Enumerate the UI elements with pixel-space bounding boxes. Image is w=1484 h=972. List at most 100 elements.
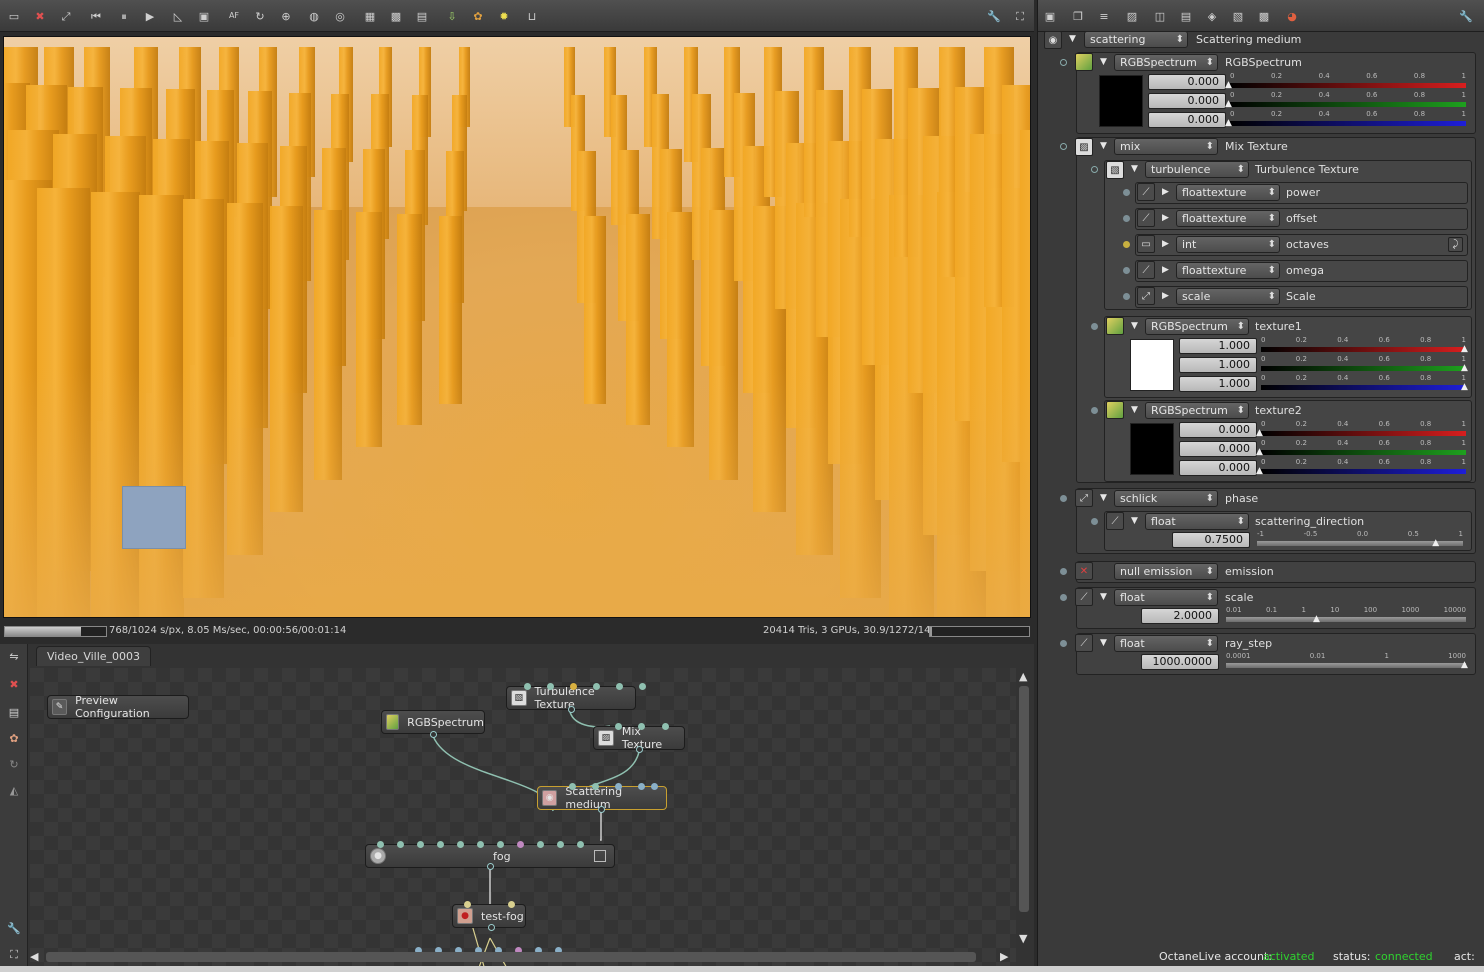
texture-tool-icon[interactable]: ▩: [1256, 8, 1272, 24]
inspector-icon[interactable]: ▣: [1042, 8, 1058, 24]
tex1-type-dropdown[interactable]: RGBSpectrum: [1145, 318, 1249, 335]
rgb-channel-field[interactable]: 0.000: [1179, 441, 1257, 457]
scatdir-value-field[interactable]: 0.7500: [1172, 532, 1250, 548]
node-pin[interactable]: [639, 683, 646, 690]
scatdir-slider[interactable]: -1 -0.5 0.0 0.5 1 ▲: [1257, 530, 1463, 548]
wrench-icon[interactable]: 🔧: [986, 8, 1002, 24]
node-pin[interactable]: [497, 841, 504, 848]
rgb1-type-dropdown[interactable]: RGBSpectrum: [1114, 54, 1218, 71]
tex2-color-swatch[interactable]: [1130, 423, 1174, 475]
slider-handle-icon[interactable]: ▲: [1432, 539, 1439, 548]
stop-render-icon[interactable]: ✖: [32, 8, 48, 24]
raystep-slider[interactable]: 0.0001 0.01 1 1000 ▲: [1226, 652, 1468, 670]
phase-type-dropdown[interactable]: schlick: [1114, 490, 1218, 507]
scroll-up-icon[interactable]: ▲: [1019, 670, 1027, 683]
copy-icon[interactable]: ❐: [1070, 8, 1086, 24]
node-output-pin[interactable]: [430, 731, 437, 738]
node-pin[interactable]: [577, 841, 584, 848]
material-icon[interactable]: ✿: [6, 730, 22, 746]
node-pin[interactable]: [457, 841, 464, 848]
tex1-color-swatch[interactable]: [1130, 339, 1174, 391]
expand-icon[interactable]: ▶: [1162, 239, 1169, 249]
palette-icon[interactable]: ✿: [470, 8, 486, 24]
sphere-icon[interactable]: ◍: [306, 8, 322, 24]
node-pin[interactable]: [592, 783, 599, 790]
environment-icon[interactable]: ▧: [1230, 8, 1246, 24]
raystep-value-field[interactable]: 1000.0000: [1141, 654, 1219, 670]
node-pin[interactable]: [651, 783, 658, 790]
node-horizontal-scrollbar[interactable]: ◀ ▶: [30, 950, 1014, 964]
skip-back-icon[interactable]: ⏮: [88, 8, 104, 24]
curve-toggle-icon[interactable]: ⤸: [1448, 237, 1463, 252]
raystep-type-dropdown[interactable]: float: [1114, 635, 1218, 652]
scale-collapse-icon[interactable]: ▼: [1100, 592, 1107, 602]
lock-icon[interactable]: ⊔: [524, 8, 540, 24]
grid3-icon[interactable]: ▤: [414, 8, 430, 24]
slider-handle-icon[interactable]: ▲: [1225, 100, 1232, 109]
material-tool-icon[interactable]: ◕: [1284, 8, 1300, 24]
node-pin[interactable]: [615, 783, 622, 790]
region-icon[interactable]: ◺: [170, 8, 186, 24]
node-pin[interactable]: [557, 841, 564, 848]
node-output-pin[interactable]: [598, 806, 605, 813]
turb-param-type-dropdown[interactable]: floattexture: [1176, 262, 1280, 279]
scroll-left-icon[interactable]: ◀: [30, 950, 38, 963]
rgb-channel-field[interactable]: 0.000: [1179, 422, 1257, 438]
texture-icon[interactable]: ◭: [6, 782, 22, 798]
rgb-channel-slider[interactable]: 0 0.2 0.4 0.6 0.8 1 ▲: [1225, 91, 1466, 109]
scatdir-type-dropdown[interactable]: float: [1145, 513, 1249, 530]
rgb-channel-field[interactable]: 0.000: [1179, 460, 1257, 476]
fit-view-icon[interactable]: ⛶: [6, 946, 22, 962]
grid1-icon[interactable]: ▦: [362, 8, 378, 24]
hscroll-thumb[interactable]: [46, 952, 976, 962]
rgb-channel-slider[interactable]: 0 0.2 0.4 0.6 0.8 1 ▲: [1261, 374, 1468, 392]
rgb-channel-field[interactable]: 0.000: [1148, 74, 1226, 90]
mix-collapse-icon[interactable]: ▼: [1100, 141, 1107, 151]
rgb1-color-swatch[interactable]: [1099, 75, 1143, 127]
slider-handle-icon[interactable]: ▲: [1461, 345, 1468, 354]
rgb-channel-field[interactable]: 0.000: [1148, 112, 1226, 128]
node-pin[interactable]: [615, 723, 622, 730]
scroll-thumb[interactable]: [1019, 686, 1029, 912]
scatdir-collapse-icon[interactable]: ▼: [1131, 516, 1138, 526]
fog-output-pin[interactable]: [594, 850, 606, 862]
play-icon[interactable]: ▶: [142, 8, 158, 24]
restart-icon[interactable]: ⤢: [58, 8, 74, 24]
scale-slider[interactable]: 0.01 0.1 1 10 100 1000 10000 ▲: [1226, 606, 1466, 624]
node-pin[interactable]: [397, 841, 404, 848]
turb-type-dropdown[interactable]: turbulence: [1145, 161, 1249, 178]
phase-collapse-icon[interactable]: ▼: [1100, 493, 1107, 503]
node-pin[interactable]: [662, 723, 669, 730]
slider-handle-icon[interactable]: ▲: [1313, 615, 1320, 624]
scale-value-field[interactable]: 2.0000: [1141, 608, 1219, 624]
list-icon[interactable]: ≡: [1096, 8, 1112, 24]
sun-icon[interactable]: ✹: [496, 8, 512, 24]
graph-tools-icon[interactable]: ⇋: [6, 648, 22, 664]
rgb-channel-slider[interactable]: 0 0.2 0.4 0.6 0.8 1 ▲: [1261, 355, 1468, 373]
pause-icon[interactable]: ⏸: [116, 8, 132, 24]
tex2-type-dropdown[interactable]: RGBSpectrum: [1145, 402, 1249, 419]
node-pin[interactable]: [417, 841, 424, 848]
scroll-down-icon[interactable]: ▼: [1019, 932, 1027, 945]
grid2-icon[interactable]: ▩: [388, 8, 404, 24]
rotate-icon[interactable]: ↻: [252, 8, 268, 24]
node-pin[interactable]: [638, 783, 645, 790]
node-pin[interactable]: [524, 683, 531, 690]
graph-tab[interactable]: Video_Ville_0003: [36, 646, 152, 666]
expand-icon[interactable]: ▶: [1162, 213, 1169, 223]
rgb-channel-field[interactable]: 1.000: [1179, 338, 1257, 354]
slider-handle-icon[interactable]: ▲: [1256, 429, 1263, 438]
node-pin[interactable]: [437, 841, 444, 848]
node-pin[interactable]: [570, 683, 577, 690]
expand-icon[interactable]: ▶: [1162, 265, 1169, 275]
node-pin[interactable]: [593, 683, 600, 690]
node-vertical-scrollbar[interactable]: ▲ ▼: [1016, 668, 1032, 948]
rgb-channel-slider[interactable]: 0 0.2 0.4 0.6 0.8 1 ▲: [1261, 336, 1468, 354]
tex1-collapse-icon[interactable]: ▼: [1131, 321, 1138, 331]
film-icon[interactable]: ▣: [196, 8, 212, 24]
sphere2-icon[interactable]: ◎: [332, 8, 348, 24]
node-pin[interactable]: [547, 683, 554, 690]
root-type-dropdown[interactable]: scattering: [1084, 31, 1188, 48]
node-pin[interactable]: [477, 841, 484, 848]
film-strip-icon[interactable]: ▤: [1178, 8, 1194, 24]
